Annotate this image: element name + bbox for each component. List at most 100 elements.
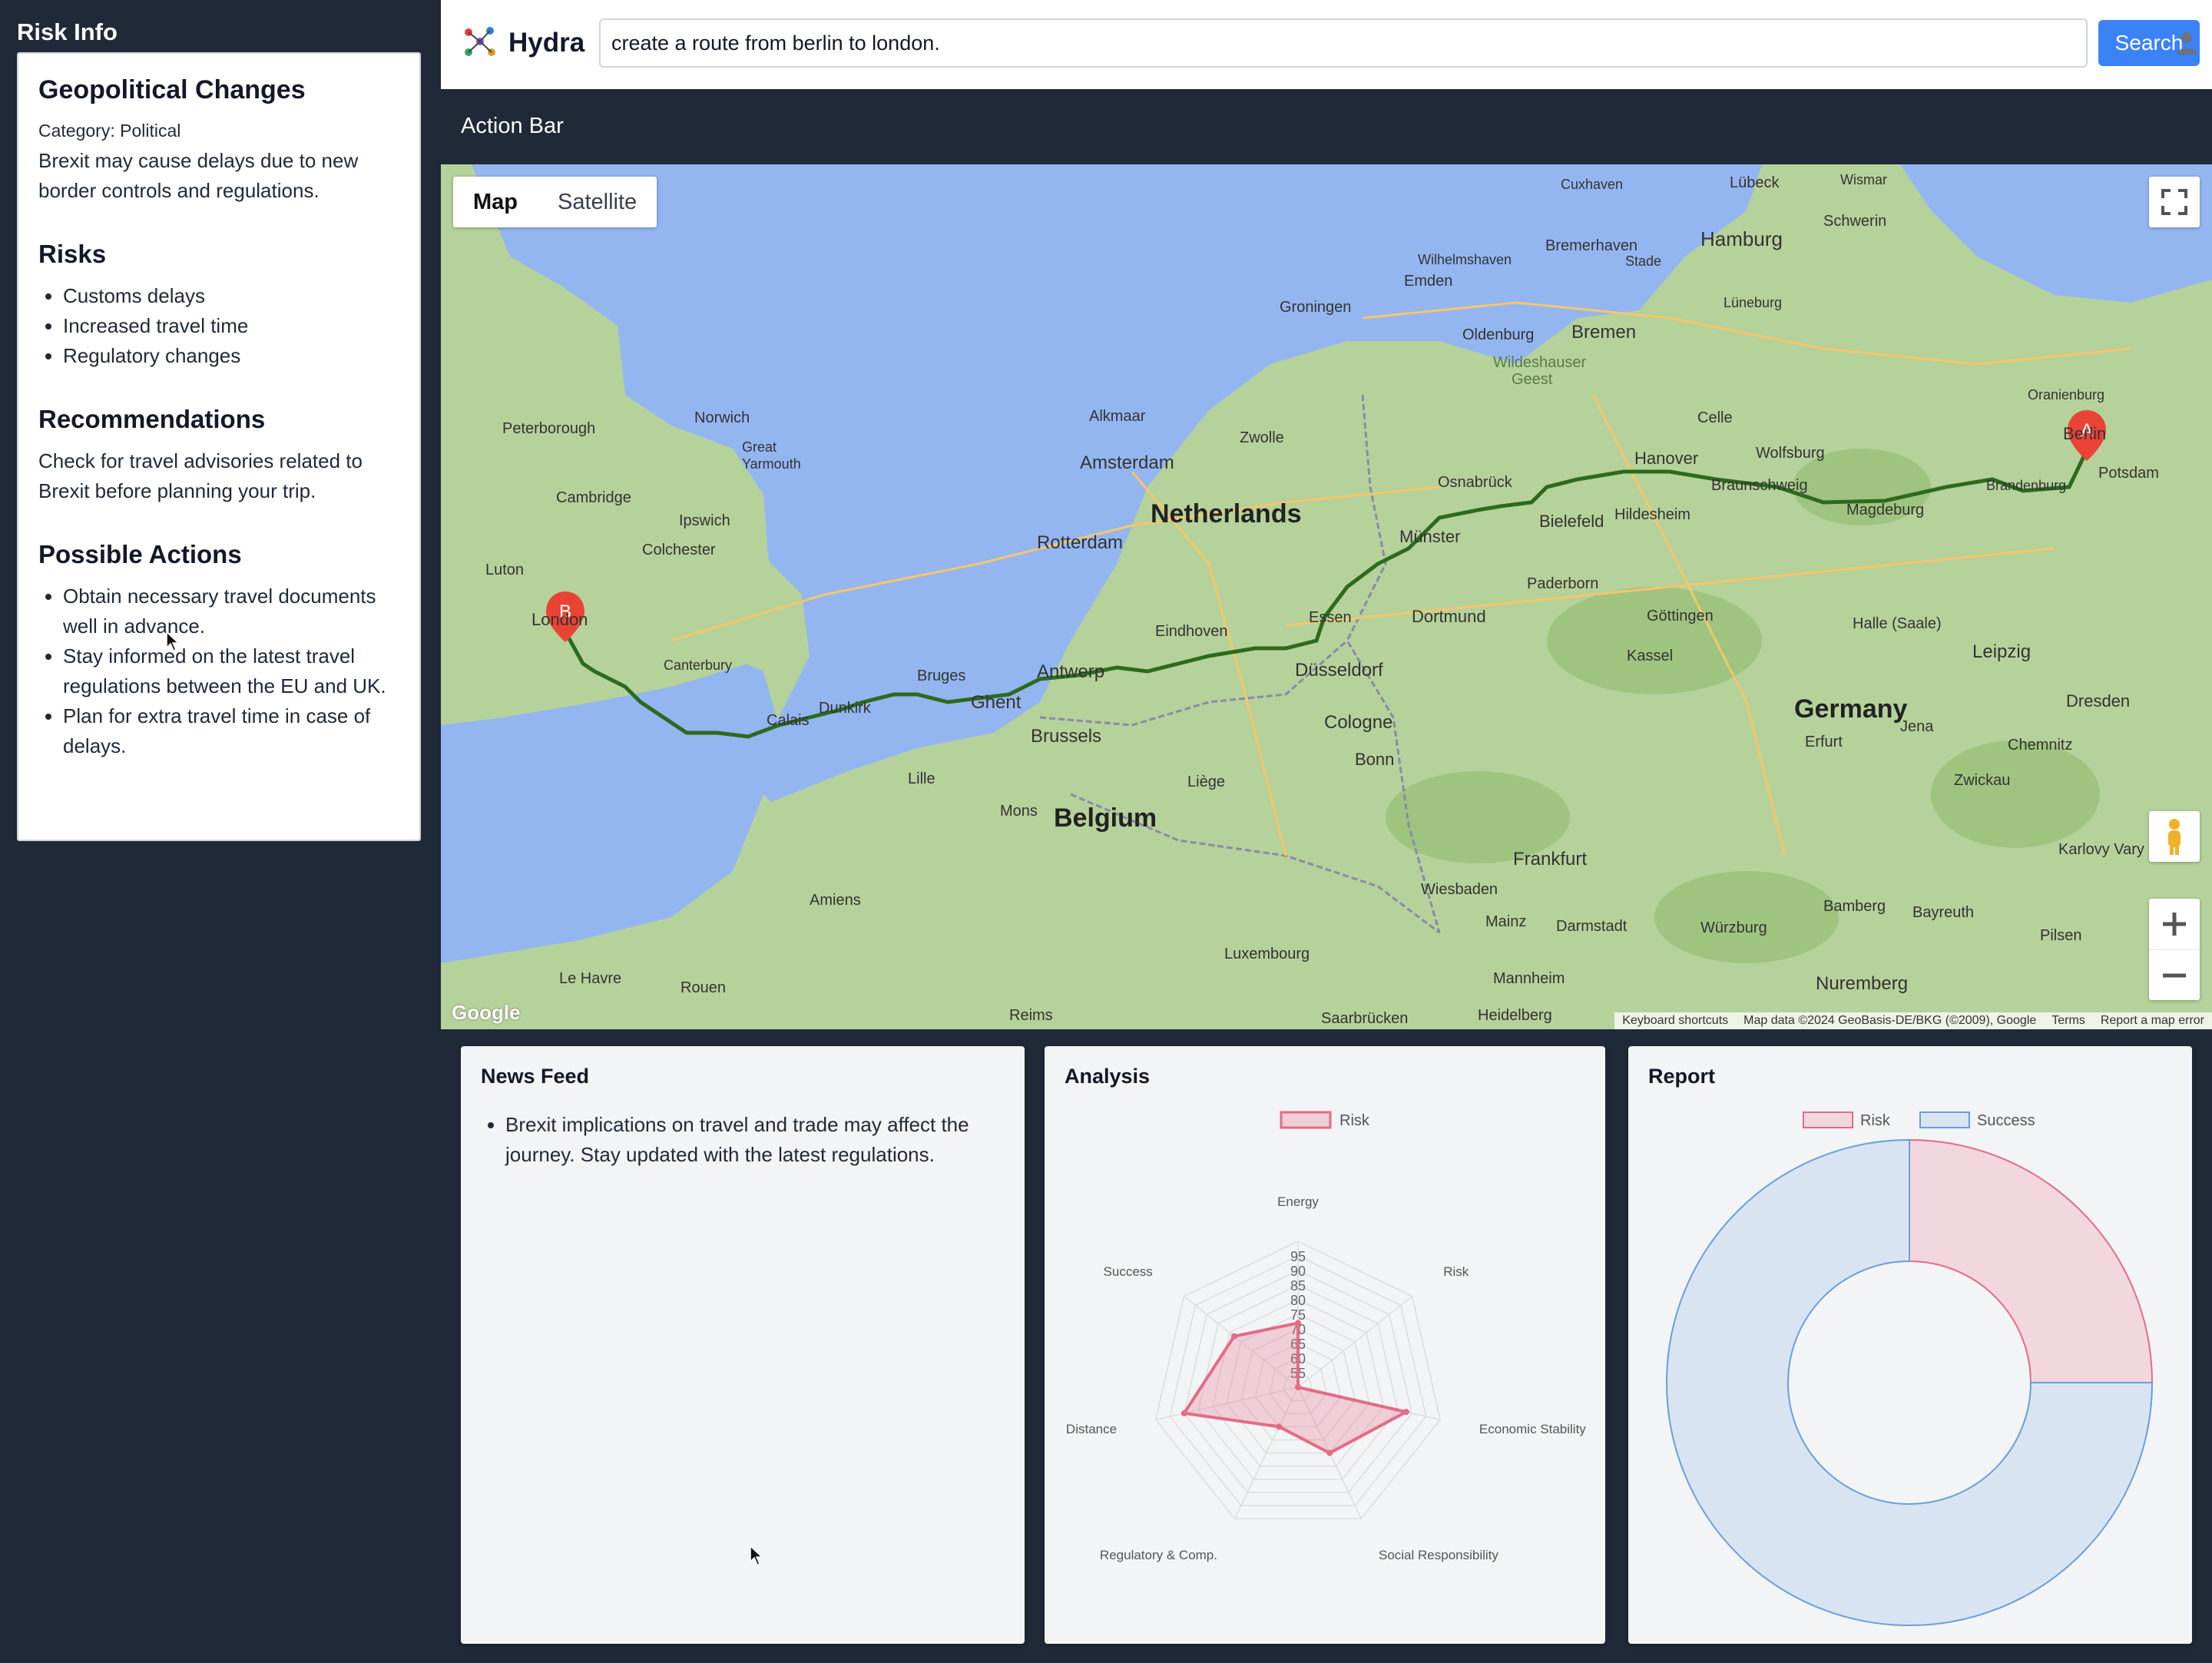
svg-text:Leipzig: Leipzig <box>1972 641 2031 662</box>
svg-text:Amiens: Amiens <box>810 892 861 909</box>
svg-text:Cuxhaven: Cuxhaven <box>1561 177 1623 192</box>
svg-text:Bruges: Bruges <box>917 668 965 684</box>
svg-text:Kassel: Kassel <box>1627 648 1673 664</box>
svg-text:Hanover: Hanover <box>1634 449 1698 468</box>
street-view-pegman[interactable] <box>2149 811 2200 862</box>
list-item: Plan for extra travel time in case of de… <box>63 701 399 761</box>
search-input[interactable] <box>599 18 2088 68</box>
svg-text:Osnabrück: Osnabrück <box>1438 474 1513 491</box>
svg-text:Bremerhaven: Bremerhaven <box>1545 237 1637 254</box>
tab-map[interactable]: Map <box>453 177 538 227</box>
svg-text:Rouen: Rouen <box>680 979 726 996</box>
fullscreen-button[interactable] <box>2149 177 2200 227</box>
action-bar: Action Bar <box>441 89 2212 164</box>
radar-axis-label: Energy <box>1277 1194 1319 1209</box>
risk-heading: Geopolitical Changes <box>38 75 306 104</box>
svg-text:Potsdam: Potsdam <box>2098 465 2159 482</box>
svg-text:Oranienburg: Oranienburg <box>2028 387 2104 402</box>
svg-text:Cambridge: Cambridge <box>556 489 631 506</box>
svg-text:Brussels: Brussels <box>1031 726 1101 747</box>
svg-text:Bremen: Bremen <box>1571 322 1636 343</box>
svg-text:Düsseldorf: Düsseldorf <box>1295 660 1383 681</box>
map-canvas[interactable]: A B Netherlands Belgium Germany London B… <box>441 164 2212 1029</box>
action-bar-title: Action Bar <box>461 114 564 138</box>
legend-label: Success <box>1977 1112 2035 1129</box>
zoom-in-button[interactable] <box>2149 899 2200 949</box>
doughnut-slice-risk <box>1909 1138 2154 1383</box>
mouse-cursor-icon <box>166 631 180 651</box>
header: Hydra Search <box>441 0 2212 89</box>
svg-text:Oldenburg: Oldenburg <box>1462 326 1534 343</box>
route-map[interactable]: A B Netherlands Belgium Germany London B… <box>441 164 2212 1029</box>
svg-text:Würzburg: Würzburg <box>1700 919 1767 936</box>
actions-title: Possible Actions <box>38 540 242 568</box>
svg-text:Hildesheim: Hildesheim <box>1614 506 1690 523</box>
app-name: Hydra <box>508 28 585 58</box>
svg-text:Reims: Reims <box>1009 1007 1053 1024</box>
svg-text:Ipswich: Ipswich <box>679 512 730 529</box>
report-map-error-link[interactable]: Report a map error <box>2101 1014 2204 1028</box>
legend-label: Risk <box>1339 1112 1370 1129</box>
svg-text:Hamburg: Hamburg <box>1700 227 1783 250</box>
svg-text:Calais: Calais <box>767 712 810 729</box>
svg-text:Halle (Saale): Halle (Saale) <box>1853 615 1942 632</box>
svg-text:Wolfsburg: Wolfsburg <box>1756 445 1825 462</box>
radar-axis-label: Economic Stability <box>1479 1422 1586 1436</box>
svg-text:Braunschweig: Braunschweig <box>1711 477 1808 494</box>
svg-text:Zwolle: Zwolle <box>1240 429 1284 446</box>
svg-text:Jena: Jena <box>1900 718 1934 735</box>
radar-tick-label: 85 <box>1290 1278 1306 1294</box>
risk-info-sidebar: Risk Info Geopolitical Changes Category:… <box>0 0 441 1663</box>
list-item: Customs delays <box>63 281 399 311</box>
risks-title: Risks <box>38 240 107 268</box>
radar-point <box>1402 1409 1409 1416</box>
radar-axis-label: Regulatory & Comp. <box>1100 1548 1217 1562</box>
radar-axis-label: Risk <box>1443 1264 1469 1279</box>
news-feed-panel: News Feed Brexit implications on travel … <box>461 1046 1025 1644</box>
svg-text:Canterbury: Canterbury <box>664 658 732 673</box>
svg-text:Wildeshauser: Wildeshauser <box>1493 354 1587 371</box>
news-list: Brexit implications on travel and trade … <box>505 1110 1005 1170</box>
svg-text:Brandenburg: Brandenburg <box>1986 478 2066 493</box>
risk-description: Brexit may cause delays due to new borde… <box>38 149 359 202</box>
list-item: Regulatory changes <box>63 341 399 371</box>
svg-text:Wilhelmshaven: Wilhelmshaven <box>1418 252 1512 267</box>
legend-swatch <box>1919 1111 1970 1128</box>
svg-text:Bamberg: Bamberg <box>1823 898 1886 915</box>
svg-text:Karlovy Vary: Karlovy Vary <box>2058 841 2144 858</box>
risks-list: Customs delays Increased travel time Reg… <box>63 281 399 371</box>
recommendations-title: Recommendations <box>38 405 266 433</box>
radar-point <box>1181 1410 1187 1416</box>
legend-swatch <box>1280 1111 1332 1129</box>
svg-text:Pilsen: Pilsen <box>2040 927 2081 944</box>
svg-text:Magdeburg: Magdeburg <box>1846 502 1924 518</box>
list-item: Stay informed on the latest travel regul… <box>63 641 399 701</box>
svg-text:Alkmaar: Alkmaar <box>1089 408 1146 425</box>
svg-text:Great: Great <box>742 439 777 455</box>
svg-text:Nuremberg: Nuremberg <box>1816 973 1908 994</box>
risk-card: Geopolitical Changes Category: Political… <box>17 52 421 841</box>
legend-item: Risk <box>1803 1111 1891 1129</box>
svg-text:Amsterdam: Amsterdam <box>1080 452 1174 473</box>
svg-text:Groningen: Groningen <box>1280 299 1351 316</box>
radar-tick-label: 95 <box>1290 1249 1306 1264</box>
keyboard-shortcuts-link[interactable]: Keyboard shortcuts <box>1622 1014 1728 1028</box>
user-icon[interactable] <box>2175 31 2198 55</box>
report-panel: Report Risk Success <box>1628 1046 2192 1644</box>
terms-link[interactable]: Terms <box>2051 1014 2085 1028</box>
legend-label: Risk <box>1860 1112 1891 1129</box>
svg-text:Colchester: Colchester <box>642 542 716 558</box>
map-type-toggle[interactable]: Map Satellite <box>453 177 657 227</box>
radar-point <box>1276 1423 1283 1430</box>
sidebar-title: Risk Info <box>17 18 118 45</box>
svg-text:Bonn: Bonn <box>1355 750 1394 769</box>
recommendations-text: Check for travel advisories related to B… <box>38 449 363 502</box>
legend-item: Risk <box>1280 1111 1370 1129</box>
svg-text:Paderborn: Paderborn <box>1527 575 1598 592</box>
svg-text:Bielefeld: Bielefeld <box>1539 512 1604 531</box>
svg-text:Mons: Mons <box>1000 803 1038 820</box>
tab-satellite[interactable]: Satellite <box>538 177 657 227</box>
svg-text:Erfurt: Erfurt <box>1805 734 1843 750</box>
zoom-out-button[interactable] <box>2149 949 2200 1000</box>
radar-tick-label: 80 <box>1290 1293 1306 1308</box>
